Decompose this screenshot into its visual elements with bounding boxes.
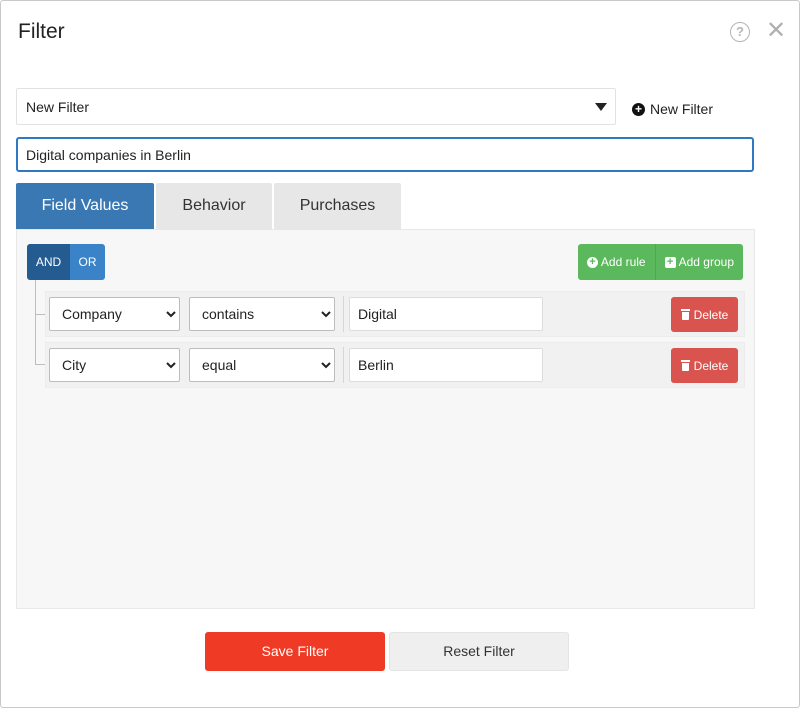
rule-divider xyxy=(343,347,344,383)
query-builder: AND OR + Add rule + Add group Company co… xyxy=(16,229,755,609)
rule-field-select[interactable]: City xyxy=(49,348,180,382)
rule-value-input[interactable] xyxy=(349,297,543,331)
filter-dialog: Filter ? ✕ New Filter + New Filter Field… xyxy=(0,0,800,708)
plus-square-icon: + xyxy=(664,256,676,268)
tab-purchases[interactable]: Purchases xyxy=(274,183,401,229)
filter-name-input[interactable] xyxy=(16,137,754,172)
delete-label: Delete xyxy=(693,307,729,322)
new-filter-label: New Filter xyxy=(650,101,714,117)
close-icon[interactable]: ✕ xyxy=(766,19,786,43)
dialog-title: Filter xyxy=(18,20,65,43)
add-rule-label: Add rule xyxy=(600,255,646,269)
group-actions: + Add rule + Add group xyxy=(577,244,743,280)
rule-value-input[interactable] xyxy=(349,348,543,382)
save-filter-button[interactable]: Save Filter xyxy=(205,632,385,671)
tab-behavior[interactable]: Behavior xyxy=(156,183,272,229)
rule-group-header: AND OR + Add rule + Add group xyxy=(27,244,743,280)
add-rule-button[interactable]: + Add rule xyxy=(577,244,655,280)
add-group-label: Add group xyxy=(678,255,734,269)
delete-label: Delete xyxy=(693,358,729,373)
saved-filter-select[interactable]: New Filter xyxy=(16,88,616,125)
caret-down-icon xyxy=(595,103,607,111)
delete-rule-button[interactable]: Delete xyxy=(671,348,738,383)
tab-field-values[interactable]: Field Values xyxy=(16,183,154,229)
and-button[interactable]: AND xyxy=(27,244,70,280)
rule-divider xyxy=(343,296,344,332)
rule-field-select[interactable]: Company xyxy=(49,297,180,331)
question-circle-icon[interactable]: ? xyxy=(730,22,750,42)
delete-rule-button[interactable]: Delete xyxy=(671,297,738,332)
plus-circle-icon: + xyxy=(586,256,598,268)
rule-operator-select[interactable]: equal xyxy=(189,348,335,382)
filter-panel: Field Values Behavior Purchases AND OR +… xyxy=(16,183,755,609)
saved-filter-select-value: New Filter xyxy=(26,99,90,115)
tree-connector xyxy=(35,280,36,364)
add-group-button[interactable]: + Add group xyxy=(654,244,743,280)
tab-bar: Field Values Behavior Purchases xyxy=(16,183,755,229)
rule-row: City equal Delete xyxy=(45,342,745,388)
new-filter-button[interactable]: + New Filter xyxy=(632,99,713,119)
rule-row: Company contains Delete xyxy=(45,291,745,337)
rule-operator-select[interactable]: contains xyxy=(189,297,335,331)
reset-filter-button[interactable]: Reset Filter xyxy=(389,632,569,671)
trash-icon xyxy=(680,360,690,371)
conjunction-toggle: AND OR xyxy=(27,244,105,280)
trash-icon xyxy=(680,309,690,320)
plus-circle-icon: + xyxy=(632,102,645,116)
or-button[interactable]: OR xyxy=(70,244,105,280)
